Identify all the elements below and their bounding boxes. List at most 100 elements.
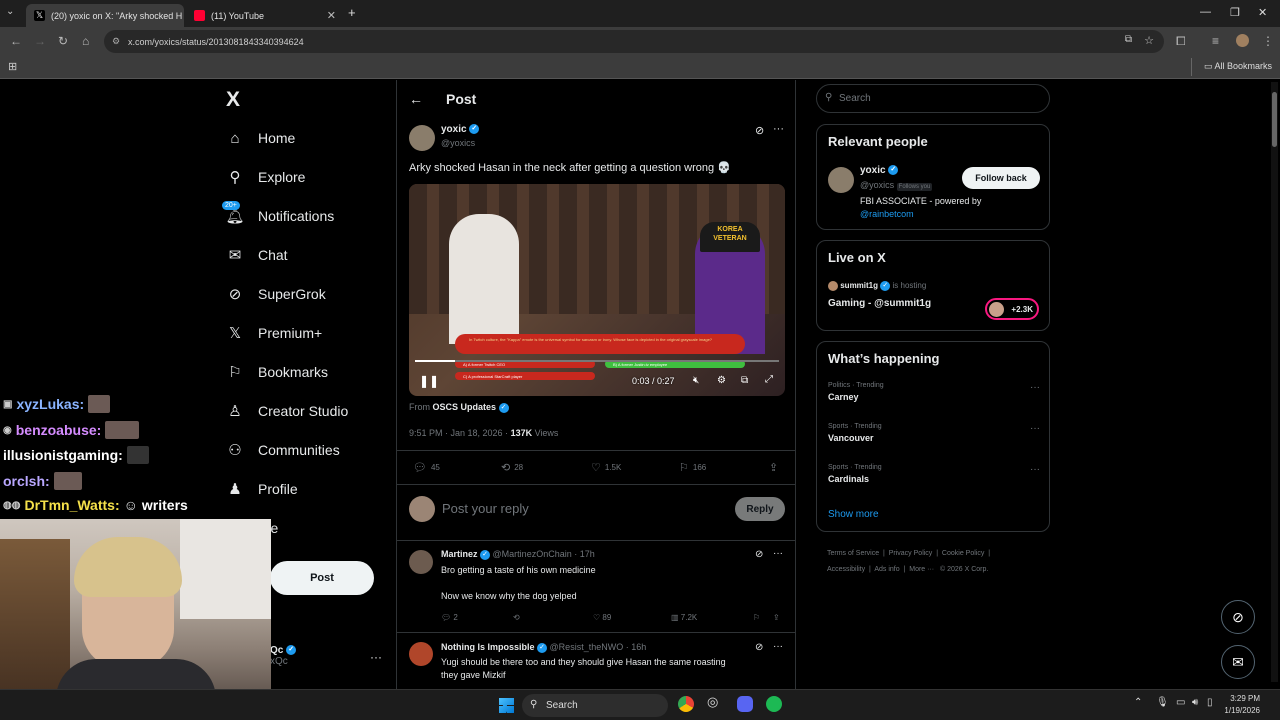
live-title[interactable]: Gaming - @summit1g (828, 298, 931, 309)
tray-overflow-icon[interactable]: ⌃ (1134, 697, 1142, 708)
trend-more-icon[interactable]: ··· (1030, 423, 1040, 434)
scrollbar-thumb[interactable] (1272, 92, 1277, 147)
relevant-handle[interactable]: @yoxics (860, 180, 894, 190)
cast-icon[interactable]: ⧉ (1125, 34, 1132, 45)
url-bar[interactable]: ⚙ x.com/yoxics/status/201308184334039462… (104, 30, 1164, 53)
post-more-icon[interactable]: ··· (773, 123, 784, 135)
footer-link[interactable]: Accessibility (827, 566, 865, 573)
reply-action[interactable]: 💬︎ 45 (413, 461, 440, 474)
close-window-icon[interactable]: ✕ (1258, 6, 1267, 19)
minimize-icon[interactable]: — (1200, 6, 1211, 18)
relevant-name[interactable]: yoxic ✓ (860, 165, 899, 176)
apps-icon[interactable]: ⊞ (8, 60, 17, 73)
tab-youtube[interactable]: (11) YouTube ✕ (186, 4, 344, 27)
grok-icon[interactable]: ⊘ (755, 549, 763, 560)
spotify-taskbar-icon[interactable] (766, 696, 782, 712)
windows-start-icon[interactable] (499, 698, 514, 713)
obs-taskbar-icon[interactable]: ◎ (707, 694, 718, 710)
nav-notifications[interactable]: 🔔︎ 20+ Notifications (222, 201, 334, 231)
video-player[interactable]: KOREA VETERAN In Twitch culture, the "Kap… (409, 184, 785, 396)
nav-profile[interactable]: ♟ Profile (226, 474, 297, 504)
reply-author[interactable]: Martinez (441, 549, 478, 559)
share-icon[interactable]: ⇪ (773, 613, 780, 622)
account-switcher[interactable]: Qc ✓ xQc (270, 645, 297, 667)
views-action[interactable]: ▥ 7.2K (671, 613, 697, 622)
grok-icon[interactable]: ⊘ (755, 124, 764, 137)
scrollbar[interactable] (1271, 82, 1278, 682)
author-handle[interactable]: @yoxics (441, 138, 475, 148)
repost-action[interactable]: ⟲ 28 (501, 461, 523, 474)
share-action[interactable]: ⇪ (769, 461, 778, 474)
home-browser-icon[interactable]: ⌂ (82, 34, 89, 48)
reply-handle[interactable]: @MartinezOnChain · 17h (493, 549, 595, 559)
trend-more-icon[interactable]: ··· (1030, 382, 1040, 393)
footer-link[interactable]: More ··· (909, 566, 934, 573)
nav-creator-studio[interactable]: ♙ Creator Studio (226, 396, 348, 426)
reply-input[interactable]: Post your reply (442, 501, 529, 516)
reply-action[interactable]: 💬︎ 2 (441, 613, 458, 622)
fullscreen-icon[interactable]: ⤢ (765, 374, 773, 385)
search-input[interactable]: ⚲ Search (816, 84, 1050, 113)
mute-icon[interactable]: 🔇︎ (693, 375, 699, 386)
footer-link[interactable]: Terms of Service (827, 550, 879, 557)
forward-icon[interactable]: → (34, 34, 46, 48)
bookmark-star-icon[interactable]: ☆ (1144, 34, 1154, 47)
messages-floating-button[interactable]: ✉ (1221, 645, 1255, 679)
nav-home[interactable]: ⌂ Home (226, 123, 295, 153)
back-icon[interactable]: ← (10, 34, 22, 48)
nav-chat[interactable]: ✉ Chat (226, 240, 288, 270)
account-more-icon[interactable]: ··· (370, 650, 382, 664)
close-tab-icon[interactable]: ✕ (327, 9, 336, 22)
nav-bookmarks[interactable]: ⚐ Bookmarks (226, 357, 328, 387)
relevant-bio-link[interactable]: @rainbetcom (860, 209, 914, 219)
reply-author[interactable]: Nothing Is Impossible (441, 642, 535, 652)
live-viewers[interactable]: +2.3K (985, 298, 1039, 320)
grok-icon[interactable]: ⊘ (755, 642, 763, 653)
show-more-link[interactable]: Show more (828, 509, 879, 520)
reply-avatar[interactable] (409, 550, 433, 574)
nav-supergrok[interactable]: ⊘ SuperGrok (226, 279, 326, 309)
trend-item[interactable]: Sports · Trending Cardinals ··· (828, 464, 1040, 484)
chrome-taskbar-icon[interactable] (678, 696, 694, 712)
post-button[interactable]: Post (270, 561, 374, 595)
author-name[interactable]: yoxic ✓ (441, 124, 480, 135)
profile-avatar[interactable] (1236, 34, 1249, 47)
nav-communities[interactable]: ⚇ Communities (226, 435, 339, 465)
author-avatar[interactable] (409, 125, 435, 151)
reply-handle[interactable]: @Resist_theNWO · 16h (550, 642, 647, 652)
all-bookmarks-button[interactable]: ▭ All Bookmarks (1204, 61, 1272, 72)
footer-link[interactable]: Ads info (874, 566, 899, 573)
discord-taskbar-icon[interactable] (737, 696, 753, 712)
tab-search-icon[interactable]: ⌄ (6, 6, 14, 17)
like-action[interactable]: ♡ 1.5K (591, 461, 621, 474)
pause-icon[interactable]: ❚❚ (419, 374, 439, 388)
nav-premium[interactable]: 𝕏 Premium+ (226, 318, 322, 348)
volume-icon[interactable]: 🔊︎ (1192, 697, 1198, 708)
new-tab-button[interactable]: + (348, 5, 356, 20)
extensions-icon[interactable]: ⧠ (1176, 34, 1186, 49)
taskbar-search[interactable]: ⚲ Search (522, 694, 668, 717)
trend-item[interactable]: Politics · Trending Carney ··· (828, 382, 1040, 402)
relevant-avatar[interactable] (828, 167, 854, 193)
site-info-icon[interactable]: ⚙ (112, 36, 120, 47)
pip-icon[interactable]: ⧉ (741, 375, 748, 386)
settings-icon[interactable]: ⚙ (717, 375, 726, 386)
network-icon[interactable]: ▭ (1176, 697, 1185, 708)
bookmark-action[interactable]: ⚐ 166 (679, 461, 706, 474)
reply-more-icon[interactable]: ··· (773, 641, 783, 652)
footer-link[interactable]: Privacy Policy (889, 550, 933, 557)
post-timestamp[interactable]: 9:51 PM · Jan 18, 2026 · (409, 428, 511, 438)
grok-floating-button[interactable]: ⊘ (1221, 600, 1255, 634)
reply-button[interactable]: Reply (735, 497, 785, 521)
nav-explore[interactable]: ⚲ Explore (226, 162, 306, 192)
reply-more-icon[interactable]: ··· (773, 548, 783, 559)
trend-item[interactable]: Sports · Trending Vancouver ··· (828, 423, 1040, 443)
browser-menu-icon[interactable]: ⋮ (1262, 34, 1274, 48)
media-icon[interactable]: ≡ (1212, 34, 1219, 48)
clock[interactable]: 3:29 PM 1/19/2026 (1212, 693, 1260, 717)
reload-icon[interactable]: ↻ (58, 34, 68, 48)
like-action[interactable]: ♡ 89 (593, 613, 611, 622)
repost-action[interactable]: ⟲ (513, 613, 520, 622)
bookmark-icon[interactable]: ⚐ (753, 613, 760, 622)
reply-avatar[interactable] (409, 642, 433, 666)
